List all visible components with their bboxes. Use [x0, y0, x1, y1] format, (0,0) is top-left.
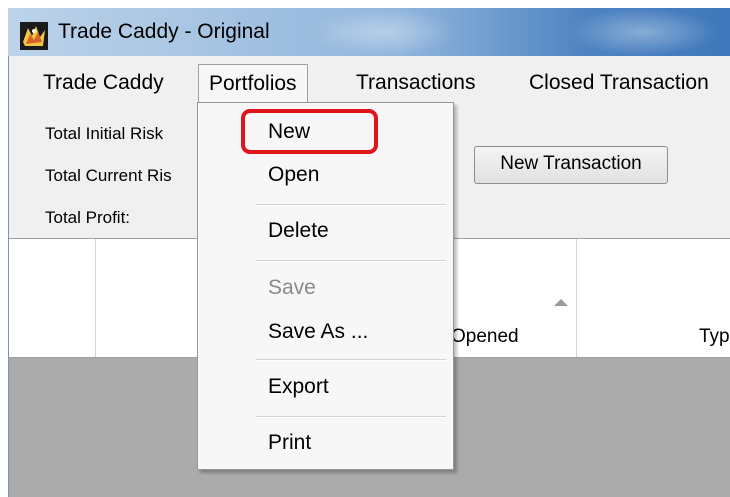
window-title: Trade Caddy - Original	[58, 20, 270, 43]
menu-item-open[interactable]: Open	[268, 161, 319, 189]
menu-separator	[256, 359, 446, 361]
menu-separator	[256, 416, 446, 418]
title-bar-glow	[568, 8, 718, 56]
column-header-type[interactable]: Typ	[699, 326, 730, 348]
total-current-risk-label: Total Current Ris	[45, 166, 172, 185]
menu-closed-transactions[interactable]: Closed Transaction	[519, 64, 719, 102]
total-profit-label: Total Profit:	[45, 208, 131, 227]
menu-separator	[256, 204, 446, 206]
menu-bar: Trade Caddy Portfolios Transactions Clos…	[9, 64, 730, 105]
title-bar-glow	[308, 8, 458, 56]
menu-trade-caddy[interactable]: Trade Caddy	[33, 64, 174, 102]
column-separator[interactable]	[576, 239, 577, 357]
menu-item-delete[interactable]: Delete	[268, 217, 329, 245]
column-separator[interactable]	[95, 239, 96, 357]
highlight-ring	[241, 109, 378, 154]
menu-item-print[interactable]: Print	[268, 429, 311, 457]
portfolios-dropdown-menu: New Open Delete Save Save As ... Export …	[197, 102, 454, 470]
total-initial-risk-label: Total Initial Risk	[45, 124, 164, 143]
menu-transactions[interactable]: Transactions	[346, 64, 485, 102]
app-logo-icon	[20, 22, 48, 50]
new-transaction-button[interactable]: New Transaction	[474, 146, 668, 184]
menu-item-save-as[interactable]: Save As ...	[268, 318, 368, 346]
column-header-opened[interactable]: Opened	[451, 326, 519, 348]
menu-separator	[256, 260, 446, 262]
sort-ascending-icon	[554, 299, 568, 306]
menu-item-save: Save	[268, 276, 316, 299]
title-bar: Trade Caddy - Original	[8, 8, 730, 56]
menu-portfolios[interactable]: Portfolios	[198, 64, 308, 105]
menu-item-export[interactable]: Export	[268, 373, 329, 401]
